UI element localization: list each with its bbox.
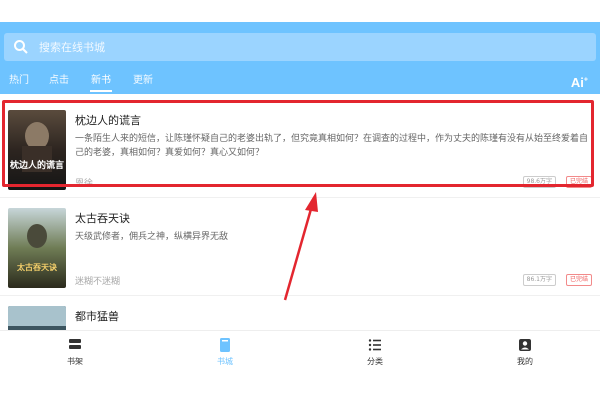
bookstore-icon <box>220 338 230 352</box>
category-tabs: 热门 点击 新书 更新 <box>0 70 600 94</box>
category-list-icon <box>368 339 381 351</box>
book-description: 天级武修者，佣兵之神，纵横异界无敌 <box>75 232 229 242</box>
status-badge: 已完结 <box>565 176 592 188</box>
word-count-badge: 86.1万字 <box>522 274 556 286</box>
tab-updated[interactable]: 更新 <box>122 70 164 94</box>
tab-clicks[interactable]: 点击 <box>38 70 80 94</box>
book-title: 都市猛兽 <box>75 310 119 323</box>
book-list: 枕边人的谎言 枕边人的谎言 一条陌生人来的短信，让陈瑾怀疑自己的老婆出轨了，但究… <box>0 94 600 330</box>
book-cover: 枕边人的谎言 <box>8 110 66 190</box>
tabbar-bookshelf[interactable]: 书架 <box>0 331 150 373</box>
word-count-badge: 98.6万字 <box>522 176 556 188</box>
book-title: 枕边人的谎言 <box>75 114 141 127</box>
tabbar-label: 分类 <box>367 357 383 366</box>
cover-title: 太古吞天诀 <box>16 262 57 272</box>
tabbar-label: 书城 <box>217 357 233 366</box>
tab-new-books[interactable]: 新书 <box>80 70 122 94</box>
bookshelf-icon <box>69 339 81 349</box>
book-author: 恩徐 <box>75 179 94 189</box>
tabbar-category[interactable]: 分类 <box>300 331 450 373</box>
search-bar[interactable]: 搜索在线书城 <box>4 33 596 61</box>
book-title: 太古吞天诀 <box>75 212 130 225</box>
tabbar-label: 书架 <box>67 357 83 366</box>
profile-icon <box>519 339 531 351</box>
bottom-tabbar: 书架 书城 分类 我的 <box>0 330 600 372</box>
book-description: 一条陌生人来的短信，让陈瑾怀疑自己的老婆出轨了，但究竟真相如何？在调查的过程中，… <box>75 134 589 158</box>
tabbar-profile[interactable]: 我的 <box>450 331 600 373</box>
cover-title: 枕边人的谎言 <box>10 159 64 171</box>
top-header: 搜索在线书城 热门 点击 新书 更新 Ai+ <box>0 22 600 94</box>
ai-button[interactable]: Ai+ <box>571 75 588 90</box>
ai-sparkle-icon: + <box>583 76 588 84</box>
tabbar-bookstore[interactable]: 书城 <box>150 331 300 373</box>
search-icon <box>14 40 28 54</box>
search-placeholder: 搜索在线书城 <box>39 41 105 54</box>
book-author: 迷糊不迷糊 <box>75 277 121 287</box>
book-item[interactable]: 枕边人的谎言 枕边人的谎言 一条陌生人来的短信，让陈瑾怀疑自己的老婆出轨了，但究… <box>0 100 600 198</box>
tabbar-label: 我的 <box>517 357 533 366</box>
book-cover <box>8 306 66 330</box>
book-cover: 太古吞天诀 <box>8 208 66 288</box>
ai-label: Ai <box>570 75 584 90</box>
book-item[interactable]: 都市猛兽 <box>0 296 600 330</box>
book-item[interactable]: 太古吞天诀 太古吞天诀 天级武修者，佣兵之神，纵横异界无敌 迷糊不迷糊 86.1… <box>0 198 600 296</box>
status-badge: 已完结 <box>565 274 592 286</box>
tab-hot[interactable]: 热门 <box>0 70 38 94</box>
